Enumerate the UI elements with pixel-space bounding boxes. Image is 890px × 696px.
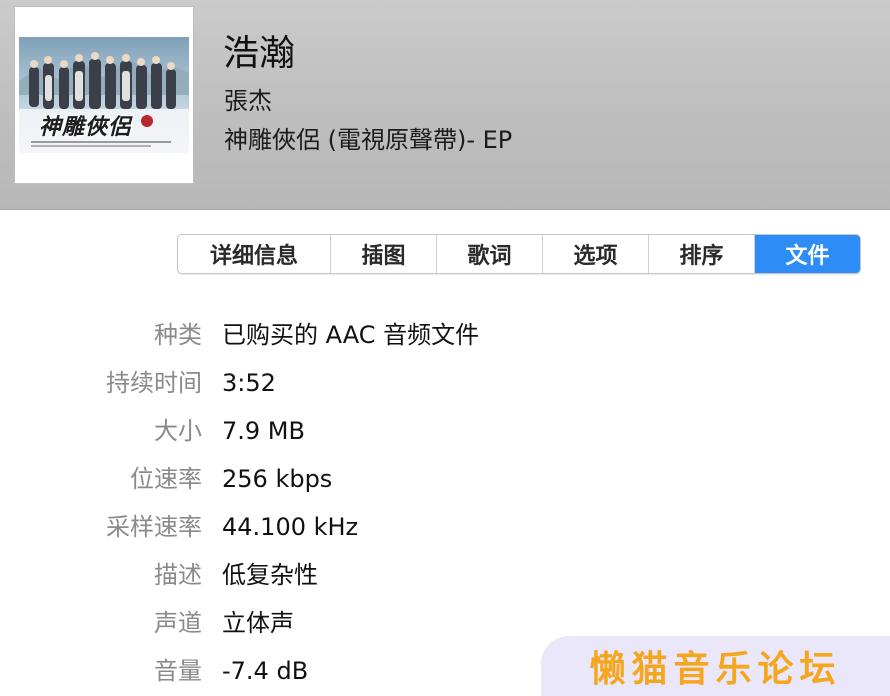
info-row-kind: 种类 已购买的 AAC 音频文件 bbox=[0, 312, 890, 360]
info-row-bit-rate: 位速率 256 kbps bbox=[0, 456, 890, 504]
song-title: 浩瀚 bbox=[223, 33, 296, 74]
info-row-sample-rate: 采样速率 44.100 kHz bbox=[0, 504, 890, 552]
info-tab-bar: 详细信息 插图 歌词 选项 排序 文件 bbox=[177, 234, 861, 274]
info-row-duration: 持续时间 3:52 bbox=[0, 360, 890, 408]
info-label: 声道 bbox=[154, 609, 202, 637]
info-label: 音量 bbox=[154, 657, 202, 685]
info-value: -7.4 dB bbox=[222, 657, 309, 685]
artwork-caption: 神雕俠侶 bbox=[39, 114, 132, 140]
info-label: 持续时间 bbox=[106, 369, 202, 397]
info-value: 已购买的 AAC 音频文件 bbox=[222, 321, 480, 349]
tab-artwork[interactable]: 插图 bbox=[331, 235, 437, 273]
tab-lyrics[interactable]: 歌词 bbox=[437, 235, 543, 273]
info-label: 采样速率 bbox=[106, 513, 202, 541]
info-row-profile: 描述 低复杂性 bbox=[0, 552, 890, 600]
info-value: 3:52 bbox=[222, 369, 276, 397]
info-value: 7.9 MB bbox=[222, 417, 305, 445]
tab-options[interactable]: 选项 bbox=[543, 235, 649, 273]
forum-watermark: 懒猫音乐论坛 bbox=[541, 636, 890, 696]
tab-file[interactable]: 文件 bbox=[755, 235, 860, 273]
info-label: 大小 bbox=[154, 417, 202, 445]
info-label: 位速率 bbox=[130, 465, 202, 493]
info-value: 256 kbps bbox=[222, 465, 333, 493]
tab-details[interactable]: 详细信息 bbox=[178, 235, 331, 273]
info-value: 立体声 bbox=[222, 609, 294, 637]
album-artwork: 神雕俠侶 bbox=[14, 6, 194, 184]
info-value: 低复杂性 bbox=[222, 561, 318, 589]
tab-sorting[interactable]: 排序 bbox=[649, 235, 755, 273]
info-row-size: 大小 7.9 MB bbox=[0, 408, 890, 456]
song-artist: 張杰 bbox=[224, 87, 272, 115]
song-album: 神雕俠侶 (電視原聲帶)- EP bbox=[224, 126, 513, 154]
info-label: 描述 bbox=[154, 561, 202, 589]
header-divider bbox=[0, 209, 890, 210]
info-value: 44.100 kHz bbox=[222, 513, 359, 541]
info-label: 种类 bbox=[154, 321, 202, 349]
